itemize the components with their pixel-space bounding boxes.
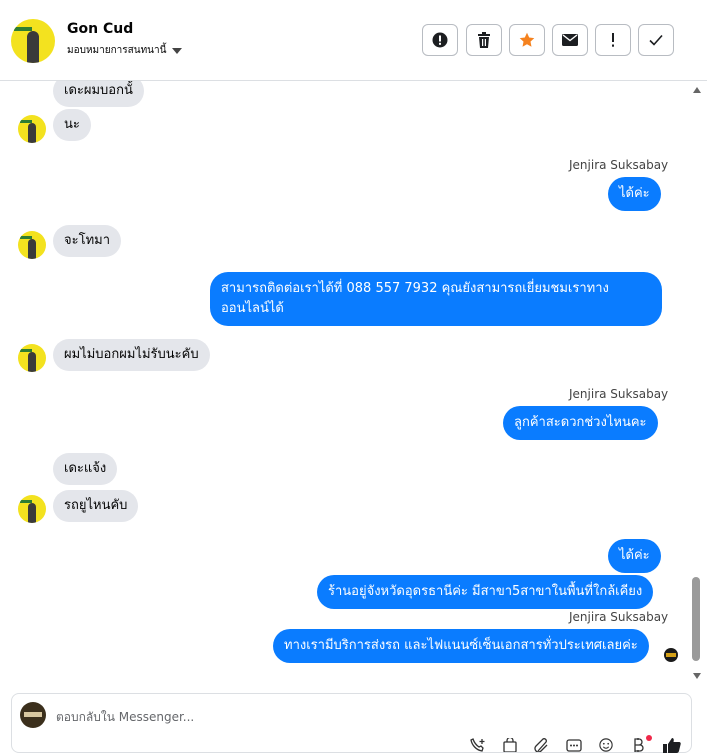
exclamation-icon xyxy=(612,33,614,47)
seen-avatar-icon xyxy=(664,648,678,662)
envelope-icon xyxy=(562,34,578,46)
message-incoming: นะ xyxy=(53,109,91,141)
message-outgoing: ร้านอยู่จังหวัดอุดรธานีค่ะ มีสาขา5สาขาใน… xyxy=(317,575,654,609)
currency-icon[interactable] xyxy=(629,738,647,752)
reply-composer[interactable]: ตอบกลับใน Messenger... xyxy=(11,693,692,753)
shopping-bag-icon[interactable] xyxy=(501,738,519,752)
message-outgoing: ได้ค่ะ xyxy=(608,539,661,573)
thumbs-up-icon[interactable] xyxy=(663,738,681,753)
contact-avatar-small xyxy=(18,231,46,259)
contact-avatar-small xyxy=(18,495,46,523)
page-avatar xyxy=(20,702,46,728)
message-incoming: จะโทมา xyxy=(53,225,122,257)
message-incoming: รถยูไหนคับ xyxy=(53,490,139,522)
add-contact-icon[interactable] xyxy=(469,738,487,752)
message-outgoing: ทางเรามีบริการส่งรถ และไฟแนนซ์เซ็นเอกสาร… xyxy=(273,629,649,663)
message-outgoing: ได้ค่ะ xyxy=(608,177,661,211)
trash-icon xyxy=(478,32,490,48)
message-incoming: เดะแจ้ง xyxy=(53,453,118,485)
assign-label: มอบหมายการสนทนานี้ xyxy=(67,45,167,56)
sender-name: Jenjira Suksabay xyxy=(569,387,669,401)
emoji-icon[interactable] xyxy=(597,738,615,752)
star-button[interactable] xyxy=(509,24,545,56)
conversation-header: Gon Cud มอบหมายการสนทนานี้ xyxy=(0,0,707,81)
message-text-line: ออนไลน์ได้ xyxy=(221,301,284,316)
caret-down-icon xyxy=(172,47,183,54)
message-outgoing: ลูกค้าสะดวกช่วงไหนคะ xyxy=(503,406,658,440)
message-thread[interactable]: เดะผมบอกนั้ นะ Jenjira Suksabay ได้ค่ะ จ… xyxy=(0,81,690,685)
check-icon xyxy=(649,34,663,46)
star-icon xyxy=(519,32,535,47)
contact-avatar[interactable] xyxy=(11,19,55,63)
mark-unread-button[interactable] xyxy=(552,24,588,56)
message-incoming: เดะผมบอกนั้ xyxy=(53,81,144,107)
reply-input[interactable]: ตอบกลับใน Messenger... xyxy=(56,708,194,727)
saved-reply-icon[interactable] xyxy=(565,738,583,752)
delete-button[interactable] xyxy=(466,24,502,56)
message-outgoing: สามารถติดต่อเราได้ที่ 088 557 7932 คุณยั… xyxy=(210,272,662,326)
message-incoming: ผมไม่บอกผมไม่รับนะคับ xyxy=(53,339,210,371)
sender-name: Jenjira Suksabay xyxy=(569,610,669,624)
scroll-up-arrow-icon[interactable] xyxy=(693,87,701,93)
assign-conversation-dropdown[interactable]: มอบหมายการสนทนานี้ xyxy=(67,43,183,58)
follow-up-button[interactable] xyxy=(595,24,631,56)
contact-name[interactable]: Gon Cud xyxy=(67,21,133,37)
report-button[interactable] xyxy=(422,24,458,56)
exclamation-circle-icon xyxy=(432,32,448,48)
contact-avatar-small xyxy=(18,344,46,372)
scroll-thumb[interactable] xyxy=(692,577,700,661)
message-text-line: สามารถติดต่อเราได้ที่ 088 557 7932 คุณยั… xyxy=(221,281,609,296)
notification-dot xyxy=(646,735,652,741)
chat-scrollbar[interactable] xyxy=(690,81,704,685)
done-button[interactable] xyxy=(638,24,674,56)
scroll-down-arrow-icon[interactable] xyxy=(693,673,701,679)
contact-avatar-small xyxy=(18,115,46,143)
paperclip-icon[interactable] xyxy=(533,738,551,752)
sender-name: Jenjira Suksabay xyxy=(569,158,669,172)
